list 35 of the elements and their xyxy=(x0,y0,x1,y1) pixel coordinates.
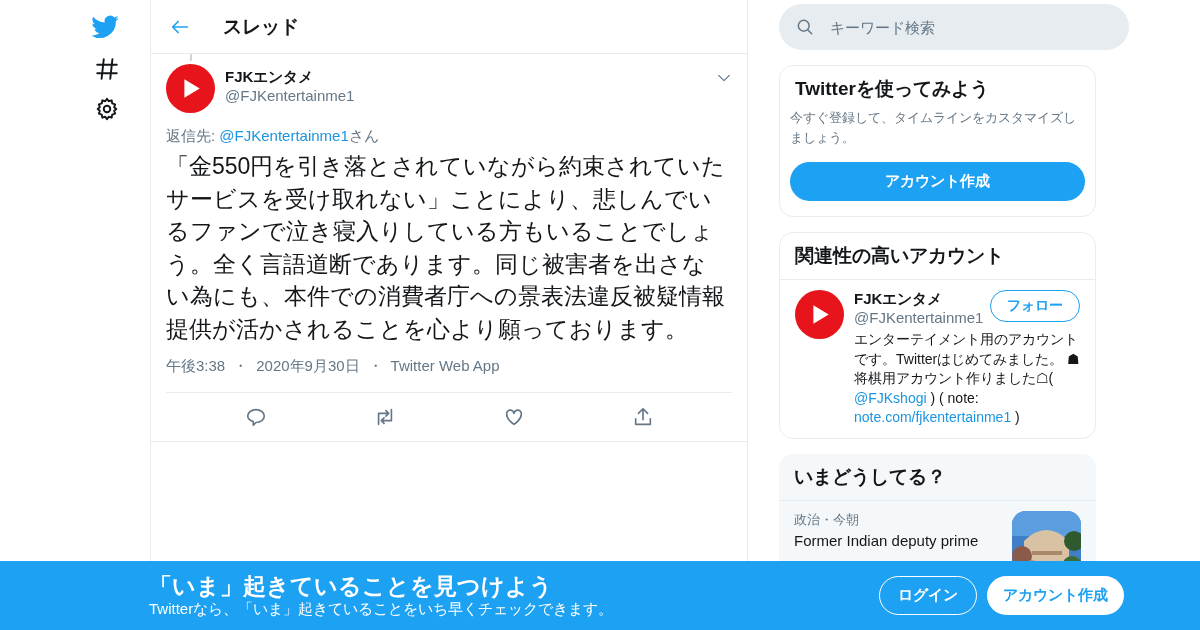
trend-meta: 政治・今朝 xyxy=(794,510,860,529)
bio-link[interactable]: note.com/fjkentertainme1 xyxy=(854,409,1012,425)
trend-headline[interactable]: Former Indian deputy prime xyxy=(794,530,1002,551)
tweet-text: 「金550円を引き落とされていながら約束されていたサービスを受け取れない」ことにより、悲しんでいるファンで泣き寝入りしている方もいることでしょう。全く言語道断であります。同じ被害者を出さない為にも、本件での消費者庁への景表法違反被疑情報提供が活かされることを心より願っております。 xyxy=(166,152,726,344)
account-handle: @FJKentertainme1 xyxy=(854,309,985,326)
bio-link[interactable]: @FJKshogi xyxy=(854,389,927,406)
separator-dot: ・ xyxy=(233,357,249,376)
author-name: FJKエンタメ xyxy=(225,68,315,87)
tweet-time: 午後3:38 xyxy=(166,357,226,376)
banner-subtitle: Twitterなら、「いま」起きていることをいち早くチェックできます。 xyxy=(149,600,615,619)
hashtag-icon[interactable] xyxy=(94,56,120,82)
create-account-button[interactable]: アカウント作成 xyxy=(790,162,1085,201)
mention-link[interactable]: @FJKentertainme1 xyxy=(219,127,349,144)
signup-button[interactable]: アカウント作成 xyxy=(987,576,1124,615)
search-field[interactable]: キーワード検索 xyxy=(779,4,1129,50)
tweet-source: Twitter Web App xyxy=(390,357,500,376)
play-avatar-icon xyxy=(795,290,844,339)
reply-icon[interactable] xyxy=(244,406,267,428)
settings-icon[interactable] xyxy=(94,96,120,122)
account-bio: エンターテイメント用のアカウントです。Twitterはじめてみました。 ☗将棋用アカウント作りました☖( @FJKshogi ) ( note: note.com/fjkentertainme1 ) xyxy=(854,330,1080,427)
login-button[interactable]: ログイン xyxy=(879,576,977,615)
card-text: 今すぐ登録して、タイムラインをカスタマイズしましょう。 xyxy=(790,110,1077,147)
account-name: FJKエンタメ xyxy=(854,290,944,309)
tweet-date: 2020年9月30日 xyxy=(256,357,360,376)
play-avatar-icon xyxy=(166,64,215,113)
card-title: 関連性の高いアカウント xyxy=(780,233,1095,280)
card-title: いまどうしてる？ xyxy=(779,453,1096,501)
search-icon xyxy=(795,17,815,37)
author-handle: @FJKentertainme1 xyxy=(225,87,356,104)
banner-title: 「いま」起きていることを見つけよう xyxy=(149,572,554,600)
card-title: Twitterを使ってみよう xyxy=(794,77,990,101)
page-title: スレッド xyxy=(223,14,299,39)
reply-to-text: 返信先: @FJKentertainme1さん xyxy=(166,127,380,146)
separator-dot: ・ xyxy=(367,357,383,376)
follow-button[interactable]: フォロー xyxy=(990,290,1080,322)
